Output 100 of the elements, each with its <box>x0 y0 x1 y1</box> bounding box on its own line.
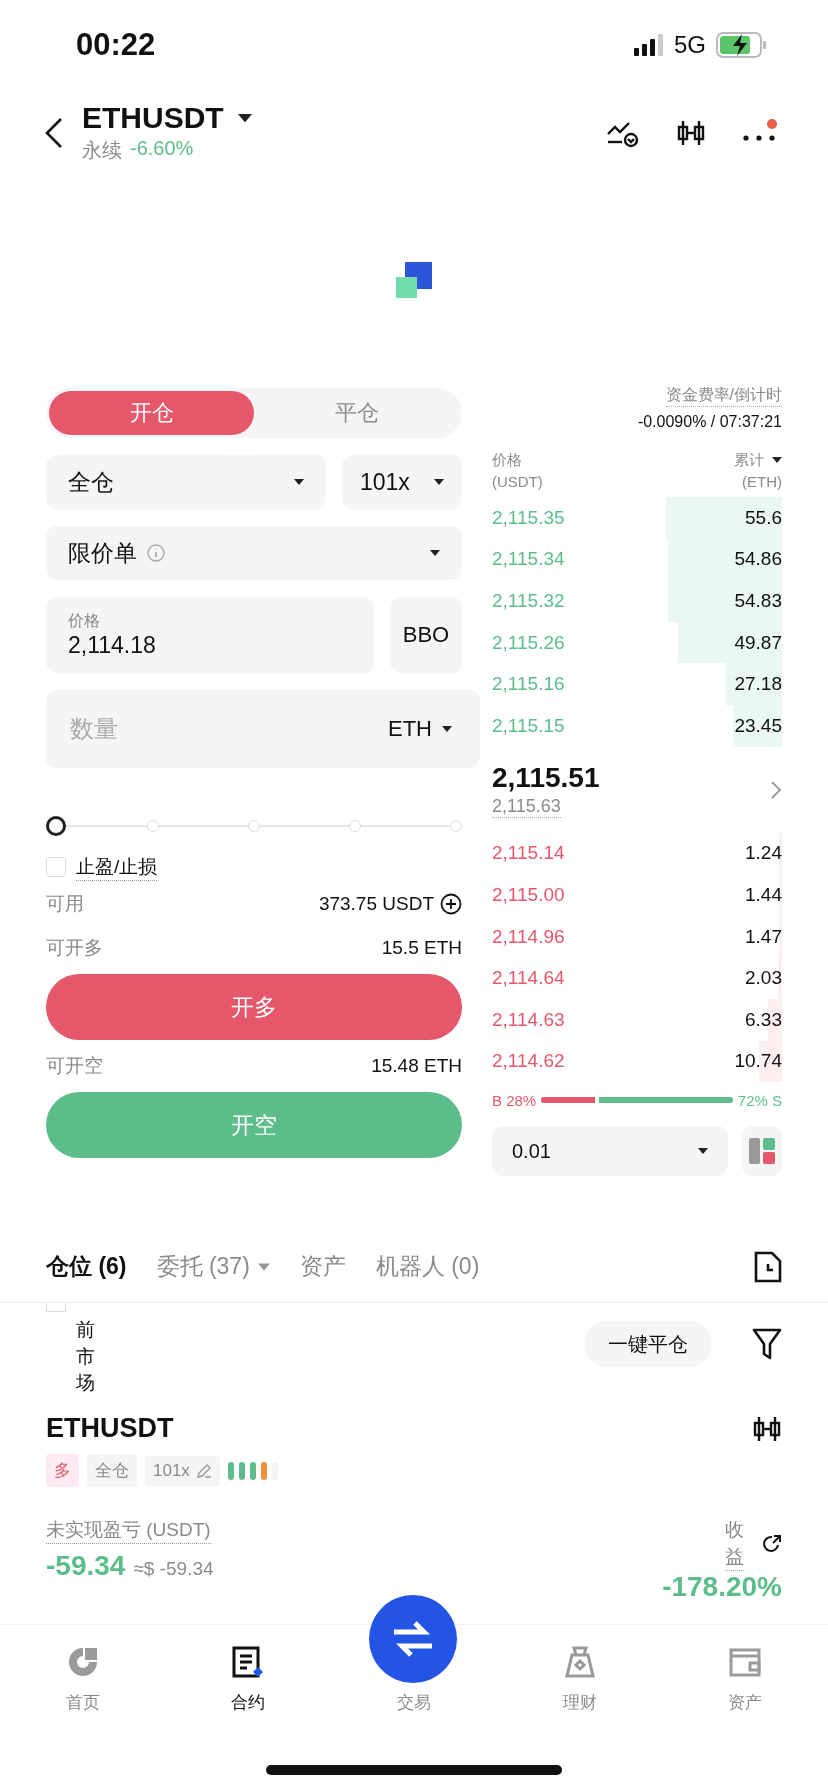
ask-total: 54.83 <box>734 590 782 612</box>
back-icon[interactable] <box>44 116 64 149</box>
nav-tab[interactable]: 理财 <box>562 1645 597 1714</box>
bbo-button[interactable]: BBO <box>390 597 462 673</box>
pencil-icon <box>195 1462 212 1479</box>
unit-select[interactable]: ETH <box>382 715 458 743</box>
position-symbol[interactable]: ETHUSDT <box>46 1413 174 1444</box>
max-long-label: 可开多 <box>46 936 103 960</box>
bid-price[interactable]: 2,114.62 <box>492 1050 565 1073</box>
close-all-button[interactable]: 一键平仓 <box>584 1321 712 1367</box>
chevron-right-icon[interactable] <box>770 779 782 800</box>
available-value: 373.75 USDT <box>318 893 434 915</box>
slider-tick[interactable] <box>349 820 361 832</box>
price-unit: (USDT) <box>492 472 543 492</box>
ask-row[interactable]: 2,115.32 54.83 <box>492 580 782 622</box>
tp-sl-label[interactable]: 止盈/止损 <box>76 853 158 881</box>
position-tag[interactable]: 101x <box>145 1455 220 1486</box>
available-label: 可用 <box>46 892 84 916</box>
tp-sl-checkbox[interactable] <box>46 857 66 877</box>
roe-label[interactable]: 收益 <box>725 1517 744 1572</box>
caret-icon <box>698 1148 708 1155</box>
ask-row[interactable]: 2,115.15 23.45 <box>492 704 782 747</box>
margin-mode-select[interactable]: 全仓 <box>46 455 326 509</box>
price-input[interactable]: 2,114.18 <box>68 632 352 659</box>
ask-price[interactable]: 2,115.16 <box>492 673 565 696</box>
add-icon[interactable] <box>440 893 462 915</box>
ask-row[interactable]: 2,115.16 27.18 <box>492 663 782 705</box>
ask-row[interactable]: 2,115.34 54.86 <box>492 538 782 581</box>
bid-row[interactable]: 2,114.96 1.47 <box>492 915 782 958</box>
bid-row[interactable]: 2,114.62 10.74 <box>492 1040 782 1083</box>
book-layout-button[interactable] <box>742 1126 782 1177</box>
network-label: 5G <box>674 31 706 59</box>
total-header[interactable]: 累计 <box>734 449 764 471</box>
order-type-select[interactable]: 限价单 <box>46 526 462 580</box>
bid-row[interactable]: 2,114.63 6.33 <box>492 998 782 1041</box>
history-icon[interactable] <box>754 1250 782 1283</box>
precision-select[interactable]: 0.01 <box>492 1126 728 1177</box>
position-tag: 全仓 <box>87 1454 137 1487</box>
ask-row[interactable]: 2,115.35 55.6 <box>492 497 782 539</box>
bid-price[interactable]: 2,114.63 <box>492 1008 565 1031</box>
bid-total: 10.74 <box>734 1050 782 1073</box>
symbol-title[interactable]: ETHUSDT <box>82 101 224 135</box>
slider-tick[interactable] <box>450 820 462 832</box>
price-label: 价格 <box>68 611 101 631</box>
signal-icon <box>634 34 664 56</box>
bid-total: 1.47 <box>745 925 782 948</box>
position-tag: 多 <box>46 1454 79 1487</box>
bid-price[interactable]: 2,115.14 <box>492 842 565 865</box>
nav-tab[interactable]: 资产 <box>728 1645 763 1714</box>
info-icon <box>147 544 165 562</box>
ask-price[interactable]: 2,115.35 <box>492 506 565 529</box>
ask-total: 49.87 <box>734 631 782 654</box>
price-change: -6.60% <box>130 137 194 161</box>
nav-tab[interactable]: 合约 <box>231 1645 266 1714</box>
slider-tick[interactable] <box>248 820 260 832</box>
share-icon[interactable] <box>762 1534 782 1555</box>
ask-price[interactable]: 2,115.15 <box>492 714 565 737</box>
ask-price[interactable]: 2,115.26 <box>492 631 565 654</box>
contract-type: 永续 <box>82 138 122 163</box>
price-field[interactable]: 价格 2,114.18 <box>46 597 374 673</box>
market-checkbox[interactable] <box>46 1303 66 1312</box>
unrealized-pnl-label[interactable]: 未实现盈亏 (USDT) <box>46 1517 211 1544</box>
open-short-button[interactable]: 开空 <box>46 1092 462 1158</box>
positions-tab[interactable]: 机器人 (0) <box>375 1251 480 1282</box>
position-mode-tab[interactable]: 平仓 <box>254 391 459 435</box>
document-icon <box>231 1645 266 1679</box>
positions-tab[interactable]: 资产 <box>299 1251 346 1282</box>
positions-tab[interactable]: 仓位 (6) <box>46 1251 127 1282</box>
price-header: 价格 <box>492 450 522 470</box>
leverage-select[interactable]: 101x <box>342 455 462 509</box>
bid-total: 2.03 <box>745 967 782 990</box>
slider-tick[interactable] <box>147 820 159 832</box>
position-mode-tab[interactable]: 开仓 <box>49 391 254 435</box>
layout-icon <box>749 1138 775 1165</box>
nav-tab[interactable]: 交易 <box>397 1691 431 1714</box>
battery-icon <box>716 32 768 58</box>
slider-thumb[interactable] <box>46 816 66 836</box>
positions-tab[interactable]: 委托 (37) <box>156 1251 270 1282</box>
loading-logo-icon <box>396 262 432 298</box>
filter-icon[interactable] <box>752 1328 782 1360</box>
quantity-field[interactable]: 数量 ETH <box>46 690 480 768</box>
bid-price[interactable]: 2,114.96 <box>492 925 565 948</box>
max-long-value: 15.5 ETH <box>381 937 462 959</box>
ask-price[interactable]: 2,115.34 <box>492 548 565 571</box>
funding-rate-value: -0.0090% / 07:37:21 <box>637 413 782 431</box>
quantity-input[interactable]: 数量 <box>68 714 382 744</box>
bid-row[interactable]: 2,115.14 1.24 <box>492 832 782 875</box>
funding-rate-label[interactable]: 资金费率/倒计时 <box>665 385 782 407</box>
mark-price: 2,115.63 <box>492 795 561 818</box>
caret-icon <box>430 550 440 556</box>
bid-row[interactable]: 2,115.00 1.44 <box>492 874 782 916</box>
open-long-button[interactable]: 开多 <box>46 974 462 1040</box>
nav-tab[interactable]: 首页 <box>65 1645 100 1714</box>
ask-price[interactable]: 2,115.32 <box>492 590 565 612</box>
max-short-label: 可开空 <box>46 1054 103 1078</box>
ask-row[interactable]: 2,115.26 49.87 <box>492 621 782 664</box>
max-short-value: 15.48 ETH <box>371 1055 462 1077</box>
bid-price[interactable]: 2,115.00 <box>492 883 565 906</box>
bid-price[interactable]: 2,114.64 <box>492 967 565 990</box>
bid-row[interactable]: 2,114.64 2.03 <box>492 957 782 999</box>
